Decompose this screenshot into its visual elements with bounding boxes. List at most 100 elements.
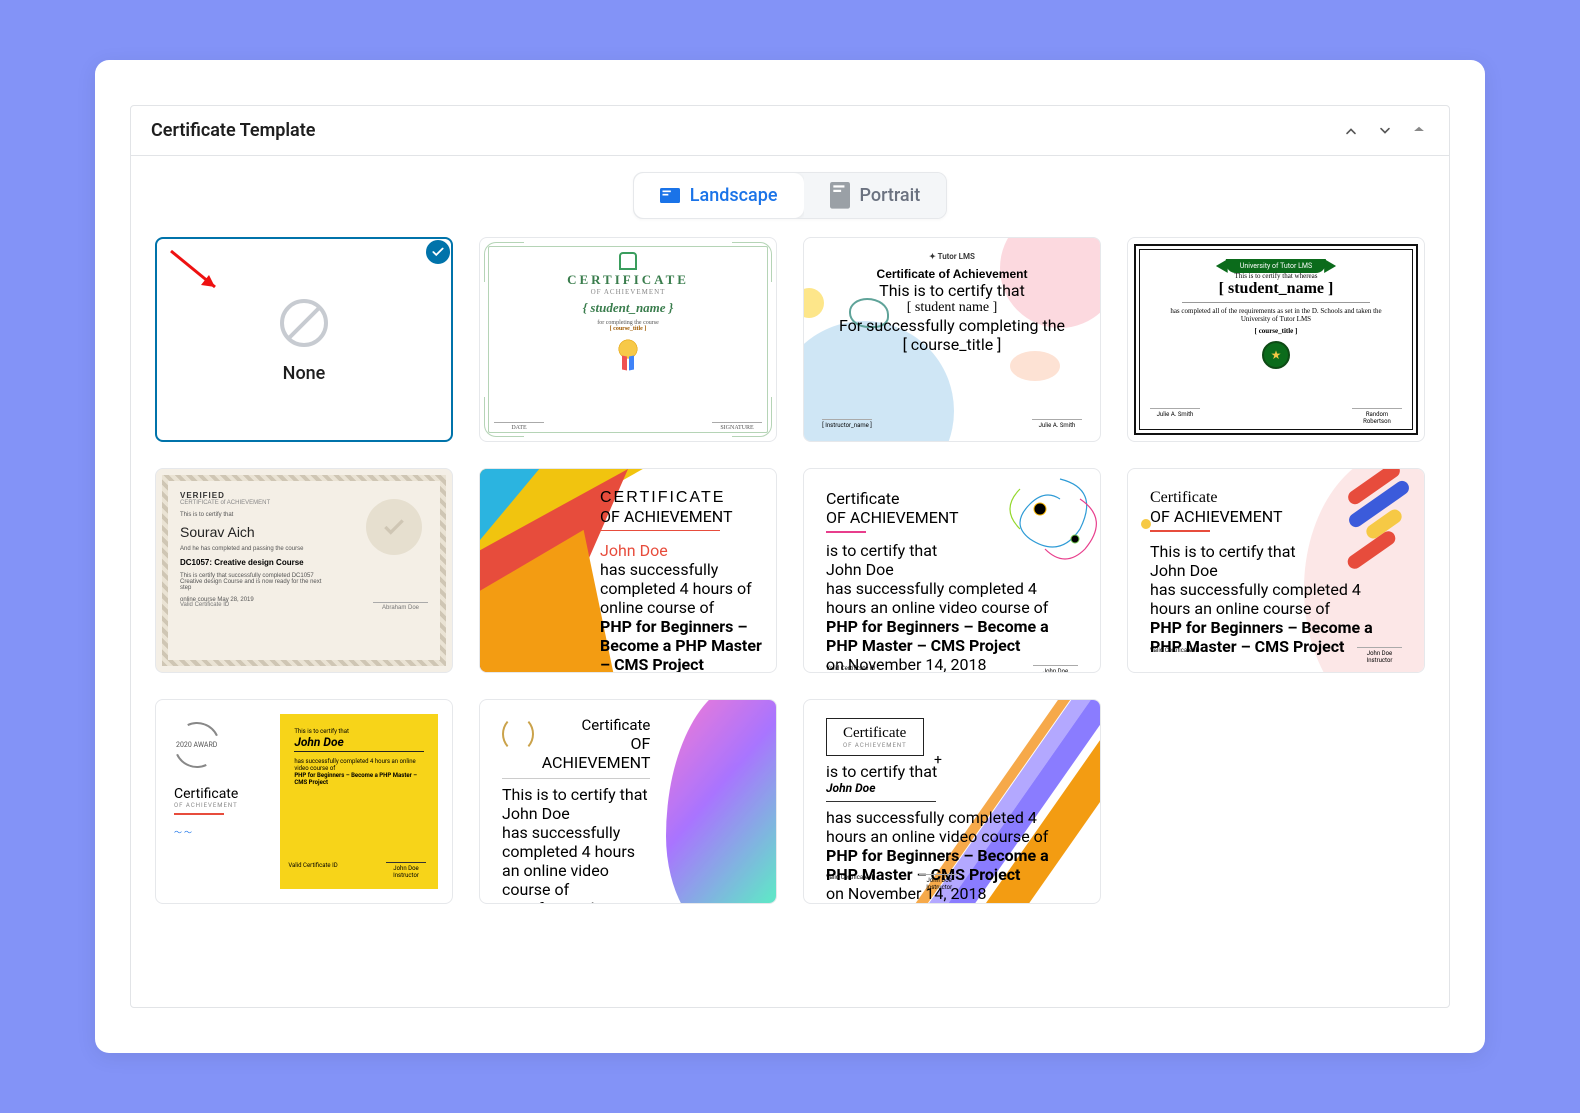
wreath-icon [502, 716, 534, 752]
template-yellow-block[interactable]: 2020 AWARD Certificate OF ACHIEVEMENT ～～… [155, 699, 453, 904]
cert-title: CERTIFICATE [567, 272, 689, 288]
cert-line1: has successfully completed 4 hours an on… [826, 579, 1078, 617]
sig-left: Julie A. Smith [1150, 408, 1200, 425]
cert-title: Certificate of Achievement [804, 267, 1100, 281]
cert-sub: OF ACHIEVEMENT [826, 508, 1078, 527]
valid-id: Valid Certificate ID [826, 665, 875, 673]
emblem-icon [619, 252, 637, 270]
sig-role: Instructor [926, 884, 952, 891]
tab-portrait[interactable]: Portrait [804, 173, 947, 218]
cert-name: [ student_name ] [1219, 280, 1334, 298]
cert-certify: This is to certify that [1150, 542, 1402, 561]
cert-name: John Doe [294, 735, 424, 749]
cert-course: [ course_title ] [610, 326, 647, 332]
cert-name: John Doe [826, 781, 1078, 795]
cert-title: Certificate [1150, 489, 1402, 507]
cert-name: John Doe [502, 804, 650, 823]
cert-title: Certificate [534, 716, 650, 734]
cert-small: has completed all of the requirements as… [1169, 307, 1383, 323]
template-bold-shapes[interactable]: Certificate OF ACHIEVEMENT This is to ce… [1127, 468, 1425, 673]
panel-controls [1341, 121, 1429, 141]
panel-body: Landscape Portrait [131, 156, 1449, 1007]
portrait-icon [830, 187, 850, 205]
tab-landscape-label: Landscape [690, 185, 778, 206]
sig-role: Instructor [1367, 657, 1393, 664]
template-university-ribbon[interactable]: University of Tutor LMS This is to certi… [1127, 237, 1425, 442]
cert-line2: PHP for Beginners – Become a PHP Master … [502, 899, 650, 904]
sig-date: DATE [494, 422, 544, 431]
cert-name: John Doe [826, 560, 1078, 579]
valid-id: Valid Certificate ID [1150, 647, 1199, 664]
cert-name: John Doe [1150, 561, 1402, 580]
cert-line2: PHP for Beginners – Become a PHP Master … [600, 617, 762, 673]
chevron-up-icon[interactable] [1341, 121, 1361, 141]
template-pastel-blobs[interactable]: ✦ Tutor LMS Certificate of Achievement T… [803, 237, 1101, 442]
cert-title: CERTIFICATE [600, 489, 762, 507]
sig: Abraham Doe [373, 602, 428, 611]
cert-certify: is to certify that [826, 762, 1078, 781]
none-icon [276, 295, 332, 351]
template-verified-beige[interactable]: VERIFIED CERTIFICATE of ACHIEVEMENT This… [155, 468, 453, 673]
template-gradient-wave[interactable]: Certificate OF ACHIEVEMENT This is to ce… [479, 699, 777, 904]
cert-completing: And he has completed and passing the cou… [180, 546, 428, 552]
sig-left: [ Instructor_name ] [822, 419, 872, 429]
cert-sub: OF ACHIEVEMENT [843, 742, 907, 749]
cert-course: [ course_title ] [804, 335, 1100, 354]
cert-line2: PHP for Beginners – Become a PHP Master … [826, 617, 1078, 655]
tab-landscape[interactable]: Landscape [634, 173, 804, 218]
sig: John Doe [1043, 668, 1068, 673]
valid-id: Valid Certificate ID [180, 602, 229, 611]
cert-sub: OF ACHIEVEMENT [534, 734, 650, 772]
collapse-up-icon[interactable] [1409, 121, 1429, 141]
wreath-icon: 2020 AWARD [168, 716, 227, 775]
sig-signature: SIGNATURE [712, 422, 762, 431]
cert-title: Certificate [843, 725, 907, 742]
template-none[interactable]: None [155, 237, 453, 442]
panel-title: Certificate Template [151, 120, 315, 141]
sig: John Doe [926, 877, 951, 884]
cert-certify: This is to certify that [804, 281, 1100, 300]
template-paisley[interactable]: Certificate OF ACHIEVEMENT is to certify… [803, 468, 1101, 673]
cert-certify: This is to certify that [502, 785, 650, 804]
cert-sub: OF ACHIEVEMENT [591, 288, 666, 296]
cert-line1: has successfully completed 4 hours an on… [294, 758, 424, 772]
cert-sub: CERTIFICATE of ACHIEVEMENT [180, 500, 428, 506]
cert-certify: is to certify that [826, 541, 1078, 560]
sig: John Doe [1367, 650, 1392, 657]
certificate-template-panel: Certificate Template [130, 105, 1450, 1008]
template-none-label: None [283, 363, 326, 384]
cert-title: Certificate [174, 786, 270, 802]
cert-title: Certificate [826, 489, 1078, 508]
cert-name: John Doe [600, 541, 762, 560]
cert-sub: OF ACHIEVEMENT [1150, 507, 1402, 526]
medal-icon [617, 338, 639, 360]
cert-line1: has successfully completed 4 hours an on… [826, 808, 1078, 846]
verified-label: VERIFIED [180, 491, 428, 500]
cert-sub: OF ACHIEVEMENT [174, 802, 270, 809]
cert-completing: For successfully completing the [804, 316, 1100, 335]
cert-line1: has successfully completed 4 hours of on… [600, 560, 762, 617]
window-frame: Certificate Template [95, 60, 1485, 1053]
cert-course: DC1057: Creative design Course [180, 558, 428, 567]
template-classic-green[interactable]: CERTIFICATE OF ACHIEVEMENT { student_nam… [479, 237, 777, 442]
tab-portrait-label: Portrait [860, 185, 921, 206]
seal-icon: ★ [1262, 341, 1290, 369]
cert-note: This is certify that successfully comple… [180, 573, 329, 591]
cert-name: { student_name } [583, 300, 674, 316]
sig-right: Random Robertson [1352, 408, 1402, 425]
cert-line2: PHP for Beginners – Become a PHP Master … [294, 772, 424, 786]
cert-line1: has successfully completed 4 hours an on… [502, 823, 650, 899]
orientation-tabs: Landscape Portrait [155, 172, 1425, 219]
cert-certify: This is to certify that [294, 728, 424, 735]
template-diagonal-stripes[interactable]: Certificate OF ACHIEVEMENT + is to certi… [803, 699, 1101, 904]
landscape-icon [660, 187, 680, 205]
chevron-down-icon[interactable] [1375, 121, 1395, 141]
cert-name: Sourav Aich [180, 524, 428, 540]
valid-id: Valid Certificate ID [826, 874, 875, 891]
sig: John Doe [393, 865, 418, 872]
template-color-triangles[interactable]: CERTIFICATE OF ACHIEVEMENT John Doe has … [479, 468, 777, 673]
zigzag-icon: ～～ [174, 827, 270, 838]
cert-course: [ course_title ] [1255, 327, 1298, 335]
panel-header: Certificate Template [131, 106, 1449, 156]
valid-id: Valid Certificate ID [288, 862, 337, 879]
